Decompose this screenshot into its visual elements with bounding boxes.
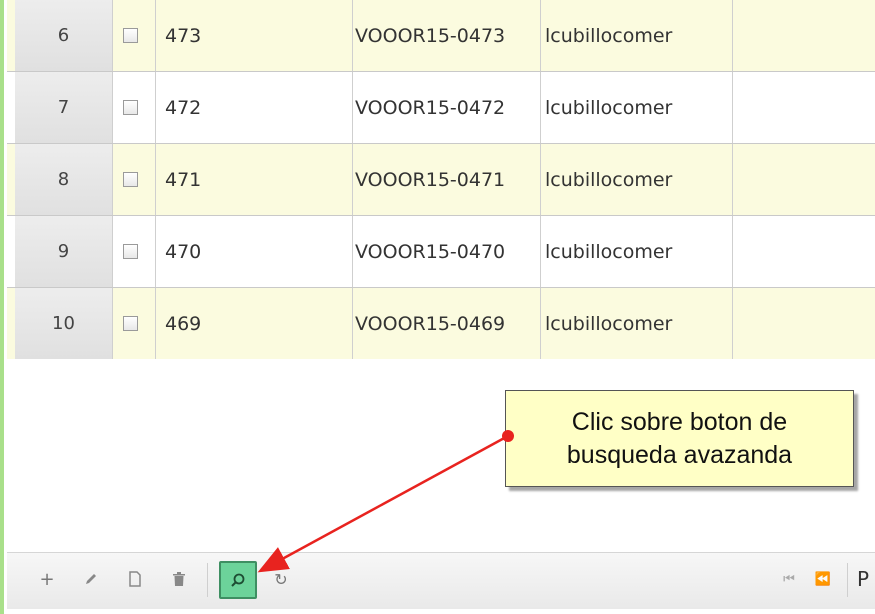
cell-id: 469 (165, 312, 202, 335)
refresh-button[interactable]: ↻ (267, 565, 295, 593)
cell-id: 471 (165, 168, 202, 191)
row-checkbox[interactable] (123, 28, 138, 43)
add-button[interactable]: + (33, 565, 61, 593)
document-icon (129, 571, 141, 587)
cell-code: VOOOR15-0471 (355, 168, 506, 191)
grid-pager-toolbar: + ↻ ⏮ ⏪ P (7, 552, 875, 609)
cell-id: 473 (165, 24, 202, 47)
magnifier-icon (231, 573, 245, 587)
plus-icon: + (39, 568, 55, 590)
delete-button[interactable] (165, 565, 193, 593)
row-number: 8 (15, 144, 113, 215)
cell-user: lcubillocomer (545, 96, 673, 119)
data-grid: 6 473 VOOOR15-0473 lcubillocomer 7 472 V… (7, 0, 875, 614)
refresh-icon: ↻ (274, 569, 288, 589)
row-checkbox[interactable] (123, 244, 138, 259)
cell-code: VOOOR15-0472 (355, 96, 506, 119)
table-row[interactable]: 10 469 VOOOR15-0469 lcubillocomer (7, 288, 875, 360)
page-label: P (856, 567, 870, 591)
toolbar-separator (207, 563, 208, 597)
row-checkbox[interactable] (123, 100, 138, 115)
annotation-callout: Clic sobre boton de busqueda avazanda (505, 390, 854, 487)
first-page-icon: ⏮ (783, 571, 795, 587)
cell-user: lcubillocomer (545, 24, 673, 47)
cell-code: VOOOR15-0473 (355, 24, 506, 47)
row-number: 10 (15, 288, 113, 359)
view-button[interactable] (121, 565, 149, 593)
prev-page-button[interactable]: ⏪ (809, 565, 837, 593)
prev-page-icon: ⏪ (814, 571, 832, 587)
panel-left-border (0, 0, 4, 614)
table-row[interactable]: 8 471 VOOOR15-0471 lcubillocomer (7, 144, 875, 216)
table-row[interactable]: 6 473 VOOOR15-0473 lcubillocomer (7, 0, 875, 72)
callout-line-2: busqueda avazanda (566, 440, 793, 469)
table-row[interactable]: 7 472 VOOOR15-0472 lcubillocomer (7, 72, 875, 144)
callout-line-1: Clic sobre boton de (571, 408, 788, 436)
cell-id: 472 (165, 96, 202, 119)
pencil-icon (86, 574, 96, 584)
cell-user: lcubillocomer (545, 240, 673, 263)
row-number: 9 (15, 216, 113, 287)
cell-code: VOOOR15-0470 (355, 240, 506, 263)
cell-code: VOOOR15-0469 (355, 312, 506, 335)
row-checkbox[interactable] (123, 316, 138, 331)
row-checkbox[interactable] (123, 172, 138, 187)
cell-user: lcubillocomer (545, 312, 673, 335)
row-number: 6 (15, 0, 113, 71)
cell-id: 470 (165, 240, 202, 263)
cell-user: lcubillocomer (545, 168, 673, 191)
table-row[interactable]: 9 470 VOOOR15-0470 lcubillocomer (7, 216, 875, 288)
trash-icon (173, 572, 185, 586)
first-page-button[interactable]: ⏮ (775, 565, 803, 593)
edit-button[interactable] (77, 565, 105, 593)
advanced-search-button[interactable] (219, 561, 257, 599)
toolbar-separator (847, 563, 848, 597)
row-number: 7 (15, 72, 113, 143)
